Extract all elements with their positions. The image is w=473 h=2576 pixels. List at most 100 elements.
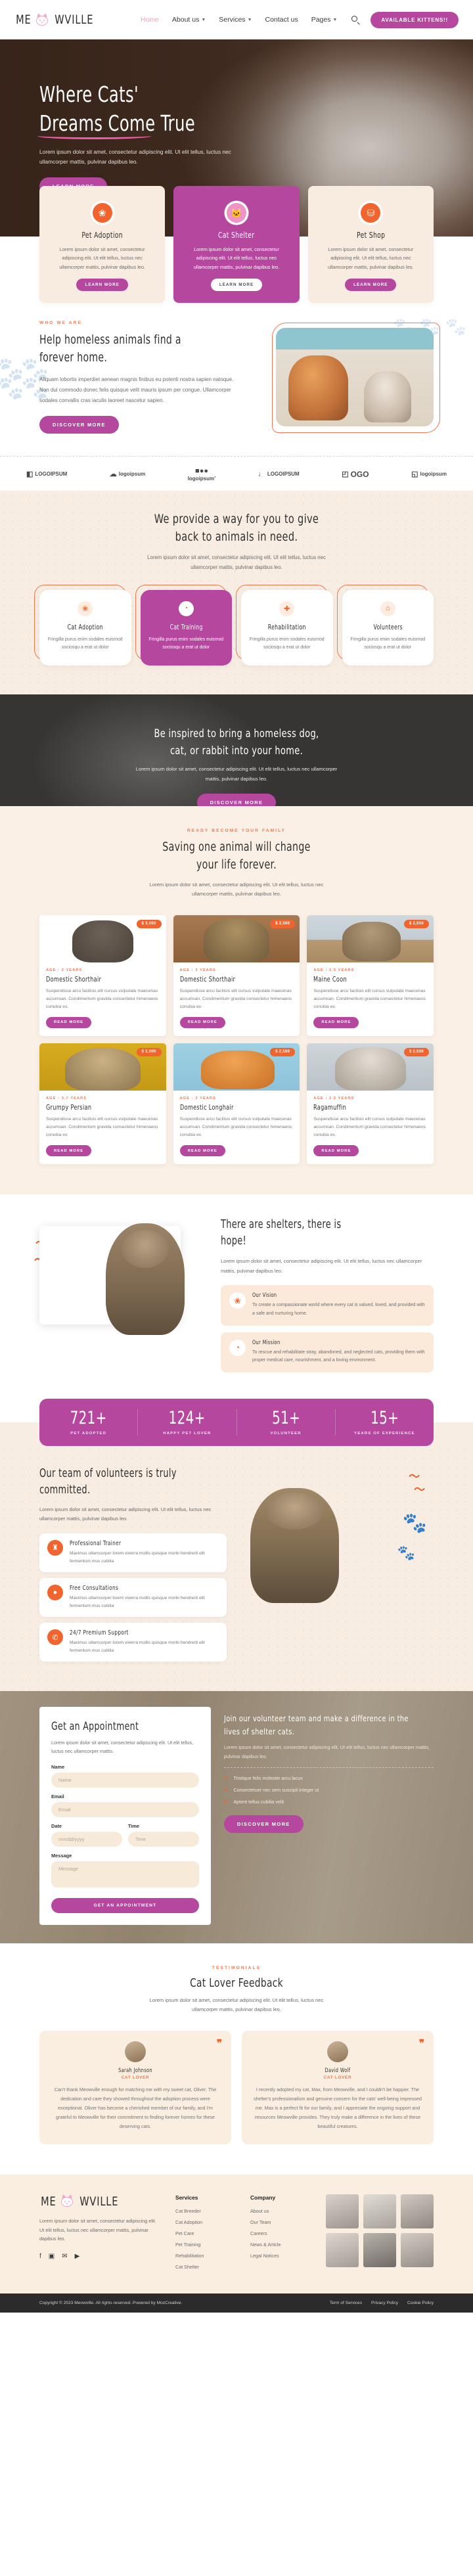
inspire-title: Be inspired to bring a homeless dog, cat… [35,726,438,759]
gallery-thumb[interactable] [363,2194,396,2228]
pet-card[interactable]: $ 3,000 AGE : 2 YEARS Domestic Shorthair… [39,915,166,1036]
footer-link-pet-care[interactable]: Pet Care [175,2230,236,2236]
about-discover-more-button[interactable]: Discover More [39,415,119,434]
nav-item-home[interactable]: Home [141,16,159,24]
service-card-pet-shop[interactable]: ⛁ Pet Shop Lorem ipsum dolor sit amet, c… [307,186,434,304]
service-learn-more-button[interactable]: Learn More [345,279,397,292]
check-label: Tristique felis molestie arcu lacus [233,1775,303,1782]
inspire-title-line2: cat, or rabbit into your home. [169,744,304,757]
pet-photo: $ 2,500 [307,915,434,962]
footer-link-news-article[interactable]: News & Article [250,2242,311,2248]
youtube-icon[interactable]: ▶ [75,2253,80,2260]
provide-card-volunteers[interactable]: ⌂ Volunteers Fringilla purus enim sodale… [336,584,434,666]
footer-link-careers[interactable]: Careers [250,2230,311,2236]
provide-title-line1: We provide a way for you to give [154,511,319,526]
volunteer-discover-more-button[interactable]: Discover More [223,1815,304,1834]
partner-glyph-icon: ◧ [26,470,34,479]
footer-link-cat-adoption[interactable]: Cat Adoption [175,2219,236,2225]
footer-link-pet-training[interactable]: Pet Training [175,2242,236,2248]
available-kittens-button[interactable]: AVAILABLE KITTENS!! [371,11,459,28]
footer-link-rehabilitation[interactable]: Rehabilitation [175,2253,236,2259]
service-learn-more-button[interactable]: Learn More [76,279,128,292]
pet-read-more-button[interactable]: Read More [313,1016,359,1028]
service-learn-more-button[interactable]: Learn More [210,279,263,292]
footer-logo[interactable]: ME WVILLE [39,2194,161,2209]
provide-card-rehabilitation[interactable]: ✚ Rehabilitation Fringilla purus enim so… [236,584,333,666]
footer-link-our-team[interactable]: Our Team [250,2219,311,2225]
basket-icon: ⛁ [361,203,381,223]
gallery-thumb[interactable] [326,2232,359,2267]
hero-title-line2: Dreams Come True [39,110,196,136]
nav-item-pages[interactable]: Pages ▼ [311,16,338,24]
service-card-pet-adoption[interactable]: ❀ Pet Adoption Lorem ipsum dolor sit ame… [39,186,166,304]
volunteer-cta-title: Join our volunteer team and make a diffe… [224,1712,409,1738]
pet-read-more-button[interactable]: Read More [179,1016,225,1028]
hope-paragraph: Lorem ipsum dolor sit amet, consectetur … [221,1257,422,1274]
footer-link-about-us[interactable]: About us [250,2208,311,2214]
time-input[interactable] [127,1831,199,1847]
footer-link-cat-breeder[interactable]: Cat Breeder [175,2208,236,2214]
facebook-icon[interactable]: f [39,2253,41,2260]
gallery-thumb[interactable] [363,2232,396,2267]
pet-read-more-button[interactable]: Read More [313,1145,359,1157]
pet-price-badge: $ 2,500 [270,919,296,928]
check-icon: ✔ [223,1774,229,1782]
pet-card[interactable]: $ 2,500 AGE : 3 YEARS Domestic Longhair … [173,1043,300,1165]
quote-icon: ❞ [418,2037,424,2049]
nav-item-about-us[interactable]: About us ▼ [172,16,206,24]
nav-label: About us [171,16,200,24]
pet-description: Suspendisse arcu facilisis elit cursus v… [179,1116,292,1137]
pet-read-more-button[interactable]: Read More [46,1145,91,1157]
partner-logo: ◧ LOGOIPSUM [26,470,67,478]
message-input[interactable] [51,1861,199,1887]
partner-logos-section: ◧ LOGOIPSUM ☁ logoipsum ■●● logoipsum’ ♩ LOG… [0,455,473,491]
footer-link-cat-shelter[interactable]: Cat Shelter [175,2264,236,2270]
name-input[interactable] [51,1772,199,1788]
search-icon[interactable] [351,15,361,26]
team-feature-professional-trainer: ♜ Professional Trainer Maximus ullamcorp… [39,1533,227,1572]
pet-card[interactable]: $ 2,500 AGE : 2.5 YEARS Ragamuffin Suspe… [307,1043,434,1165]
instagram-icon[interactable]: ▣ [49,2253,55,2260]
service-card-cat-shelter[interactable]: 🐱 Cat Shelter Lorem ipsum dolor sit amet… [173,186,300,304]
partner-glyph-icon: ◰ [342,470,349,479]
pet-card[interactable]: $ 3,000 AGE : 3.7 YEARS Grumpy Persian S… [39,1043,166,1165]
partner-logo: ◱ logoipsum [411,470,447,478]
gallery-thumb[interactable] [401,2232,434,2267]
footer-link-legal-notices[interactable]: Legal Notices [250,2253,311,2259]
provide-subtitle: Lorem ipsum dolor sit amet, consectetur … [147,554,326,570]
appointment-lead: Lorem ipsum dolor sit amet, consectetur … [51,1740,194,1755]
email-input[interactable] [51,1801,199,1817]
inspire-discover-more-button[interactable]: Discover More [196,794,277,807]
partner-logo: ◰ OGO [342,470,369,479]
legal-link-terms[interactable]: Term of Services [330,2301,362,2305]
legal-link-cookie[interactable]: Cookie Policy [407,2301,434,2305]
pet-read-more-button[interactable]: Read More [46,1016,91,1028]
nav-item-contact-us[interactable]: Contact us [265,16,298,24]
pet-card[interactable]: $ 2,500 AGE : 2.5 YEARS Maine Coon Suspe… [307,915,434,1036]
nav-item-services[interactable]: Services ▼ [219,16,252,24]
provide-card-text: Fringilla purus enim sodales euismod soc… [249,637,325,650]
pet-card[interactable]: $ 2,500 AGE : 3 YEARS Domestic Shorthair… [173,915,300,1036]
provide-card-cat-adoption[interactable]: ❀ Cat Adoption Fringilla purus enim soda… [34,584,131,666]
inspire-banner: Be inspired to bring a homeless dog, cat… [0,694,473,807]
gallery-thumb[interactable] [401,2194,434,2228]
page-root: ME WVILLE Home About us ▼ Services ▼ Conta… [0,0,473,2313]
legal-link-privacy[interactable]: Privacy Policy [371,2301,398,2305]
volunteer-check-item: ✔ Consectetuer nec sem suscipit integer u… [224,1786,434,1794]
cat-face-icon: ◔ [229,1339,246,1356]
team-feature-title: 24/7 Premium Support [70,1629,129,1637]
pet-photo: $ 3,000 [39,1043,166,1091]
stat-label: PET ADOPTED [70,1431,107,1435]
twitter-icon[interactable]: ✉ [62,2253,67,2260]
provide-card-cat-training[interactable]: ◔ Cat Training Fringilla purus enim soda… [135,584,232,666]
pet-name: Domestic Longhair [179,1102,234,1112]
pet-read-more-button[interactable]: Read More [179,1145,225,1157]
date-input[interactable] [51,1831,122,1847]
service-cards-section: ❀ Pet Adoption Lorem ipsum dolor sit ame… [0,186,473,314]
site-logo[interactable]: ME WVILLE [14,12,97,27]
pet-description: Suspendisse arcu facilisis elit cursus v… [179,988,292,1009]
partner-name: logoipsum [118,471,146,478]
provide-title: We provide a way for you to give back to… [69,510,404,547]
appointment-submit-button[interactable]: Get an Appointment [51,1897,199,1913]
gallery-thumb[interactable] [326,2194,359,2228]
